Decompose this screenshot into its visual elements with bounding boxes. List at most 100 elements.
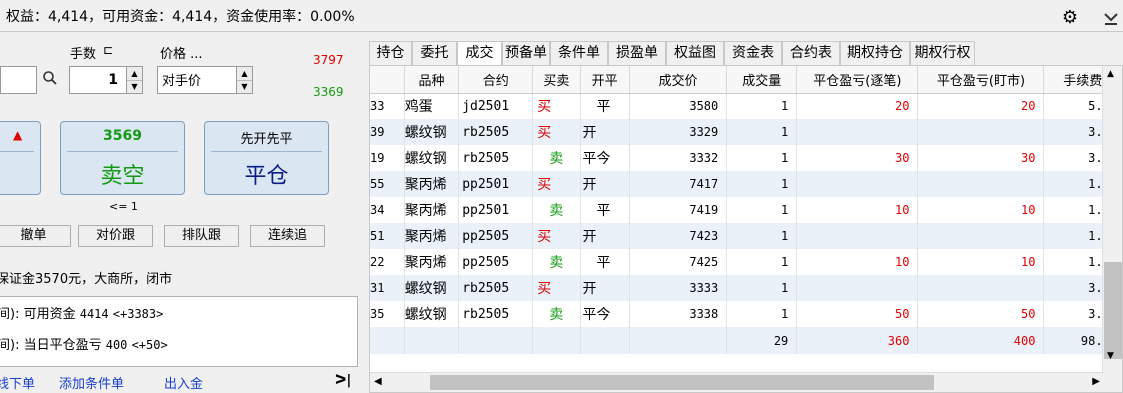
total-pnl-mtm-cell: 400 bbox=[917, 327, 1045, 354]
column-header[interactable]: 开平 bbox=[580, 66, 630, 94]
scroll-left-icon[interactable]: ◀ bbox=[374, 376, 382, 387]
vertical-scroll-thumb[interactable] bbox=[1104, 262, 1122, 359]
spin-up-icon[interactable]: ▲ bbox=[237, 67, 252, 81]
table-row[interactable]: 39螺纹钢rb2505买开332913.66 bbox=[370, 119, 1122, 145]
table-row[interactable]: 35螺纹钢rb2505卖平今3338150503.67 bbox=[370, 301, 1122, 327]
contract-input[interactable] bbox=[0, 66, 37, 94]
bid-price: 3369 bbox=[313, 85, 344, 99]
tab-10[interactable]: 期权行权 bbox=[910, 41, 975, 65]
qty-stepper[interactable]: 1 ▲ ▼ bbox=[69, 66, 143, 94]
top-bar: 权益：4,414，可用资金：4,414，资金使用率：0.00% ⚙ bbox=[0, 0, 1123, 32]
column-header[interactable]: 平仓盈亏(逐笔) bbox=[796, 66, 919, 94]
side-cell: 卖 bbox=[532, 301, 581, 327]
line-order-link[interactable]: 线下单 bbox=[0, 373, 35, 392]
sell-label: 卖空 bbox=[100, 164, 145, 189]
volume-cell: 1 bbox=[726, 301, 798, 327]
table-row[interactable]: 19螺纹钢rb2505卖平今3332130303.67 bbox=[370, 145, 1122, 171]
variety-cell: 螺纹钢 bbox=[404, 119, 460, 145]
tab-4[interactable]: 条件单 bbox=[550, 41, 608, 65]
tab-8[interactable]: 合约表 bbox=[782, 41, 840, 65]
collapse-panel-icon[interactable]: ᐳ| bbox=[335, 373, 351, 388]
search-icon[interactable] bbox=[42, 70, 58, 90]
variety-cell: 螺纹钢 bbox=[404, 275, 460, 301]
row-id-cell: 33 bbox=[370, 93, 405, 119]
pnl-trade-cell: 30 bbox=[796, 145, 919, 171]
tab-9[interactable]: 期权持仓表 bbox=[840, 41, 910, 84]
pnl-trade-cell: 20 bbox=[796, 93, 919, 119]
chase-counter-button[interactable]: 对价跟 bbox=[78, 225, 153, 247]
vertical-scrollbar[interactable]: ▲ ▼ bbox=[1102, 66, 1122, 392]
side-cell: 卖 bbox=[532, 249, 581, 275]
spin-down-icon[interactable]: ▼ bbox=[237, 81, 252, 94]
price-cell: 3580 bbox=[629, 93, 728, 119]
gear-icon[interactable]: ⚙ bbox=[1059, 6, 1081, 28]
spin-up-icon[interactable]: ▲ bbox=[127, 67, 142, 81]
contract-cell: pp2505 bbox=[458, 249, 534, 275]
pnl-mtm-cell bbox=[917, 171, 1045, 197]
column-header[interactable]: 合约 bbox=[458, 66, 534, 94]
tab-0[interactable]: 持仓 bbox=[369, 41, 412, 65]
limit-hint: <= 1 bbox=[109, 200, 138, 213]
contract-cell: pp2501 bbox=[458, 171, 534, 197]
horizontal-scrollbar[interactable]: ◀ ▶ bbox=[370, 372, 1104, 392]
side-cell: 买 bbox=[532, 171, 581, 197]
cancel-order-button[interactable]: 撤单 bbox=[0, 225, 71, 247]
tab-2[interactable]: 成交 bbox=[457, 41, 502, 66]
table-row[interactable]: 51聚丙烯pp2505买开742311.10 bbox=[370, 223, 1122, 249]
close-position-button[interactable]: 先开先平 平仓 bbox=[204, 121, 329, 195]
available-funds-line: 间): 可用资金 4414 <+3383> bbox=[0, 303, 163, 322]
scroll-down-icon[interactable]: ▼ bbox=[1107, 351, 1114, 361]
records-panel: 持仓委托成交预备单条件单损盈单权益图资金表合约表期权持仓表期权行权 品种合约买卖… bbox=[369, 41, 1123, 393]
chase-queue-button[interactable]: 排队跟 bbox=[164, 225, 239, 247]
collapse-down-icon[interactable] bbox=[1100, 6, 1122, 28]
column-header[interactable]: 成交量 bbox=[726, 66, 798, 94]
price-selector[interactable]: 对手价 ▲ ▼ bbox=[157, 66, 253, 94]
table-row[interactable]: 31螺纹钢rb2505买开333313.67 bbox=[370, 275, 1122, 301]
closed-pnl-value: 400 bbox=[105, 338, 128, 352]
trades-table: 品种 合约 买卖 开平 成交价 成交量 平仓盈亏(逐笔) 平仓盈亏(盯市) 手续费 33 鸡蛋 jd… bbox=[370, 66, 1122, 354]
pnl-mtm-cell bbox=[917, 223, 1045, 249]
chase-continuous-button[interactable]: 连续追 bbox=[250, 225, 325, 247]
contract-cell: pp2505 bbox=[458, 223, 534, 249]
account-summary: 权益：4,414，可用资金：4,414，资金使用率：0.00% bbox=[6, 9, 355, 25]
order-panel: 手数 ⊏ 价格 ... 1 ▲ ▼ 对手价 ▲ ▼ 3797 3369 ▲ 3569… bbox=[0, 33, 362, 393]
table-header-row: 品种 合约 买卖 开平 成交价 成交量 平仓盈亏(逐笔) 平仓盈亏(盯市) 手续费 bbox=[370, 66, 1122, 94]
sell-short-button[interactable]: 3569 卖空 bbox=[60, 121, 185, 195]
tab-6[interactable]: 权益图 bbox=[666, 41, 724, 65]
column-header[interactable]: 品种 bbox=[404, 66, 460, 94]
deposit-withdraw-link[interactable]: 出入金 bbox=[164, 373, 203, 392]
contract-cell: rb2505 bbox=[458, 119, 534, 145]
tab-5[interactable]: 损盈单 bbox=[608, 41, 666, 65]
price-cell: 7423 bbox=[629, 223, 728, 249]
column-header[interactable]: 买卖 bbox=[532, 66, 581, 94]
totals-blank-cell bbox=[629, 327, 728, 354]
price-label: 价格 ... bbox=[160, 47, 203, 62]
pnl-trade-cell bbox=[796, 171, 919, 197]
tab-7[interactable]: 资金表 bbox=[724, 41, 782, 65]
column-header-id bbox=[370, 66, 405, 94]
tab-3[interactable]: 预备单 bbox=[502, 41, 550, 65]
qty-mode-icon[interactable]: ⊏ bbox=[103, 43, 113, 57]
row-id-cell: 55 bbox=[370, 171, 405, 197]
contract-cell: rb2505 bbox=[458, 145, 534, 171]
qty-spin[interactable]: ▲ ▼ bbox=[126, 67, 142, 93]
variety-cell: 鸡蛋 bbox=[404, 93, 460, 119]
closed-pnl-line: 间): 当日平仓盈亏 400 <+50> bbox=[0, 334, 168, 353]
scroll-right-icon[interactable]: ▶ bbox=[1092, 376, 1100, 387]
add-conditional-order-link[interactable]: 添加条件单 bbox=[59, 373, 124, 392]
tab-1[interactable]: 委托 bbox=[412, 41, 457, 65]
price-spin[interactable]: ▲ ▼ bbox=[236, 67, 252, 93]
offset-cell: 平 bbox=[580, 197, 630, 223]
table-row[interactable]: 33鸡蛋jd2501买平3580120205.91 bbox=[370, 93, 1122, 119]
price-cell: 7417 bbox=[629, 171, 728, 197]
table-row[interactable]: 22聚丙烯pp2505卖平7425110101.10 bbox=[370, 249, 1122, 275]
pnl-mtm-cell bbox=[917, 275, 1045, 301]
column-header[interactable]: 成交价 bbox=[629, 66, 728, 94]
table-row[interactable]: 55聚丙烯pp2501买开741711.10 bbox=[370, 171, 1122, 197]
buy-open-button[interactable]: ▲ bbox=[0, 121, 41, 195]
spin-down-icon[interactable]: ▼ bbox=[127, 81, 142, 94]
table-row[interactable]: 34聚丙烯pp2501卖平7419110101.10 bbox=[370, 197, 1122, 223]
column-header[interactable]: 平仓盈亏(盯市) bbox=[917, 66, 1045, 94]
horizontal-scroll-thumb[interactable] bbox=[430, 375, 934, 390]
scroll-up-icon[interactable]: ▲ bbox=[1107, 69, 1114, 79]
